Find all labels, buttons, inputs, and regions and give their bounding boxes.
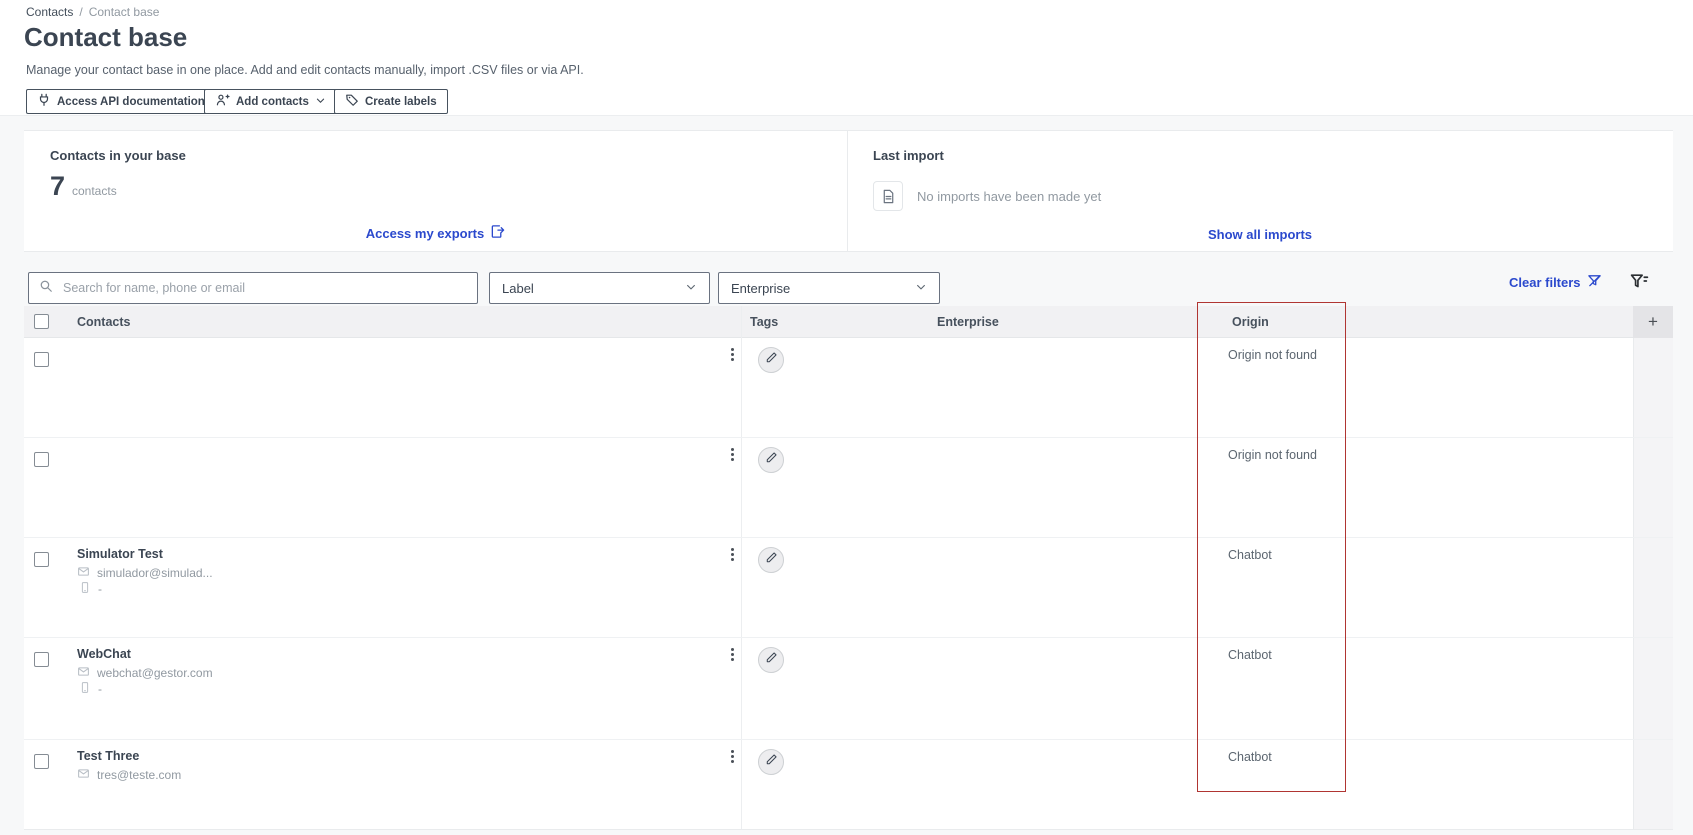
column-header-origin: Origin [1232, 315, 1269, 329]
kebab-menu-icon[interactable] [727, 345, 737, 363]
contact-name: WebChat [77, 647, 131, 661]
kebab-menu-icon[interactable] [727, 445, 737, 463]
phone-icon [79, 681, 91, 697]
access-my-exports-link[interactable]: Access my exports [24, 224, 847, 242]
edit-tags-button[interactable] [758, 547, 784, 573]
pencil-icon [765, 351, 778, 369]
last-import-card-title: Last import [873, 148, 944, 163]
email-icon [77, 767, 90, 783]
contact-email: simulador@simulad... [97, 566, 213, 580]
contacts-table: Contacts Tags Enterprise Origin + Origin… [24, 306, 1673, 830]
chevron-down-icon [315, 95, 326, 109]
search-icon [39, 279, 53, 298]
plug-icon [37, 93, 51, 110]
access-api-documentation-button[interactable]: Access API documentation [26, 89, 216, 114]
table-row[interactable]: WebChat webchat@gestor.com - Chatbot [24, 638, 1673, 740]
breadcrumb-contacts[interactable]: Contacts [26, 5, 73, 19]
chevron-down-icon [915, 281, 927, 296]
phone-icon [79, 581, 91, 597]
edit-tags-button[interactable] [758, 749, 784, 775]
contact-email-line: simulador@simulad... [77, 565, 213, 581]
clear-filters-button[interactable]: Clear filters [1509, 273, 1602, 291]
create-labels-label: Create labels [365, 95, 437, 108]
tag-icon [345, 93, 359, 110]
table-row[interactable]: Origin not found [24, 438, 1673, 538]
edit-tags-button[interactable] [758, 347, 784, 373]
contacts-count: 7 [50, 171, 66, 201]
contact-phone: - [98, 682, 102, 696]
enterprise-filter-dropdown[interactable]: Enterprise [718, 272, 940, 304]
contact-phone: - [98, 582, 102, 596]
pencil-icon [765, 753, 778, 771]
table-row[interactable]: Test Three tres@teste.com Chatbot [24, 740, 1673, 829]
contact-name: Simulator Test [77, 547, 163, 561]
origin-value: Origin not found [1228, 348, 1317, 362]
label-filter-value: Label [502, 280, 534, 296]
summary-cards: Contacts in your base 7 contacts Access … [24, 130, 1673, 252]
page-subtitle: Manage your contact base in one place. A… [26, 63, 584, 77]
email-icon [77, 665, 90, 681]
origin-value: Origin not found [1228, 448, 1317, 462]
column-header-tags: Tags [750, 315, 779, 329]
pencil-icon [765, 651, 778, 669]
label-filter-dropdown[interactable]: Label [489, 272, 710, 304]
contacts-count-unit: contacts [72, 184, 117, 198]
access-api-documentation-label: Access API documentation [57, 95, 205, 108]
origin-value: Chatbot [1228, 750, 1272, 764]
select-all-checkbox[interactable] [34, 314, 49, 329]
table-row[interactable]: Simulator Test simulador@simulad... - Ch… [24, 538, 1673, 638]
contact-email: tres@teste.com [97, 768, 182, 782]
contact-email: webchat@gestor.com [97, 666, 213, 680]
add-column-button[interactable]: + [1633, 306, 1673, 338]
page-title: Contact base [24, 22, 188, 52]
column-header-contacts: Contacts [77, 315, 131, 329]
show-all-imports-link[interactable]: Show all imports [847, 227, 1673, 242]
clear-filters-label: Clear filters [1509, 274, 1581, 290]
page-header: Contacts / Contact base Contact base Man… [0, 0, 1693, 116]
row-checkbox[interactable] [34, 754, 49, 769]
breadcrumb-current: Contact base [88, 5, 160, 19]
origin-value: Chatbot [1228, 548, 1272, 562]
enterprise-filter-value: Enterprise [731, 280, 791, 296]
column-header-enterprise: Enterprise [937, 315, 999, 329]
table-header-row: Contacts Tags Enterprise Origin + [24, 306, 1673, 338]
row-checkbox[interactable] [34, 452, 49, 467]
pencil-icon [765, 551, 778, 569]
contact-phone-line: - [79, 581, 102, 597]
contacts-card-title: Contacts in your base [50, 148, 186, 163]
edit-tags-button[interactable] [758, 647, 784, 673]
last-import-empty-message: No imports have been made yet [917, 189, 1102, 204]
kebab-menu-icon[interactable] [727, 747, 737, 765]
breadcrumb: Contacts / Contact base [26, 5, 159, 19]
table-row[interactable]: Origin not found [24, 338, 1673, 438]
create-labels-button[interactable]: Create labels [334, 89, 448, 114]
origin-value: Chatbot [1228, 648, 1272, 662]
clear-filter-icon [1587, 273, 1602, 291]
add-contacts-label: Add contacts [236, 95, 309, 108]
export-icon [490, 224, 505, 242]
document-icon [873, 181, 903, 211]
show-all-imports-label: Show all imports [1207, 227, 1312, 242]
contact-email-line: webchat@gestor.com [77, 665, 213, 681]
row-checkbox[interactable] [34, 652, 49, 667]
edit-tags-button[interactable] [758, 447, 784, 473]
filter-icon[interactable] [1628, 270, 1650, 292]
chevron-down-icon [685, 281, 697, 296]
search-input[interactable] [61, 280, 467, 296]
contact-base-page: Contacts / Contact base Contact base Man… [0, 0, 1693, 835]
contact-name: Test Three [77, 749, 140, 763]
kebab-menu-icon[interactable] [727, 545, 737, 563]
email-icon [77, 565, 90, 581]
row-checkbox[interactable] [34, 552, 49, 567]
row-checkbox[interactable] [34, 352, 49, 367]
add-contacts-button[interactable]: Add contacts [204, 89, 337, 114]
kebab-menu-icon[interactable] [727, 645, 737, 663]
add-user-icon [215, 93, 230, 110]
pencil-icon [765, 451, 778, 469]
contact-phone-line: - [79, 681, 102, 697]
access-my-exports-label: Access my exports [365, 225, 485, 241]
search-input-container [28, 272, 478, 304]
breadcrumb-separator: / [79, 5, 83, 19]
contact-email-line: tres@teste.com [77, 767, 181, 783]
